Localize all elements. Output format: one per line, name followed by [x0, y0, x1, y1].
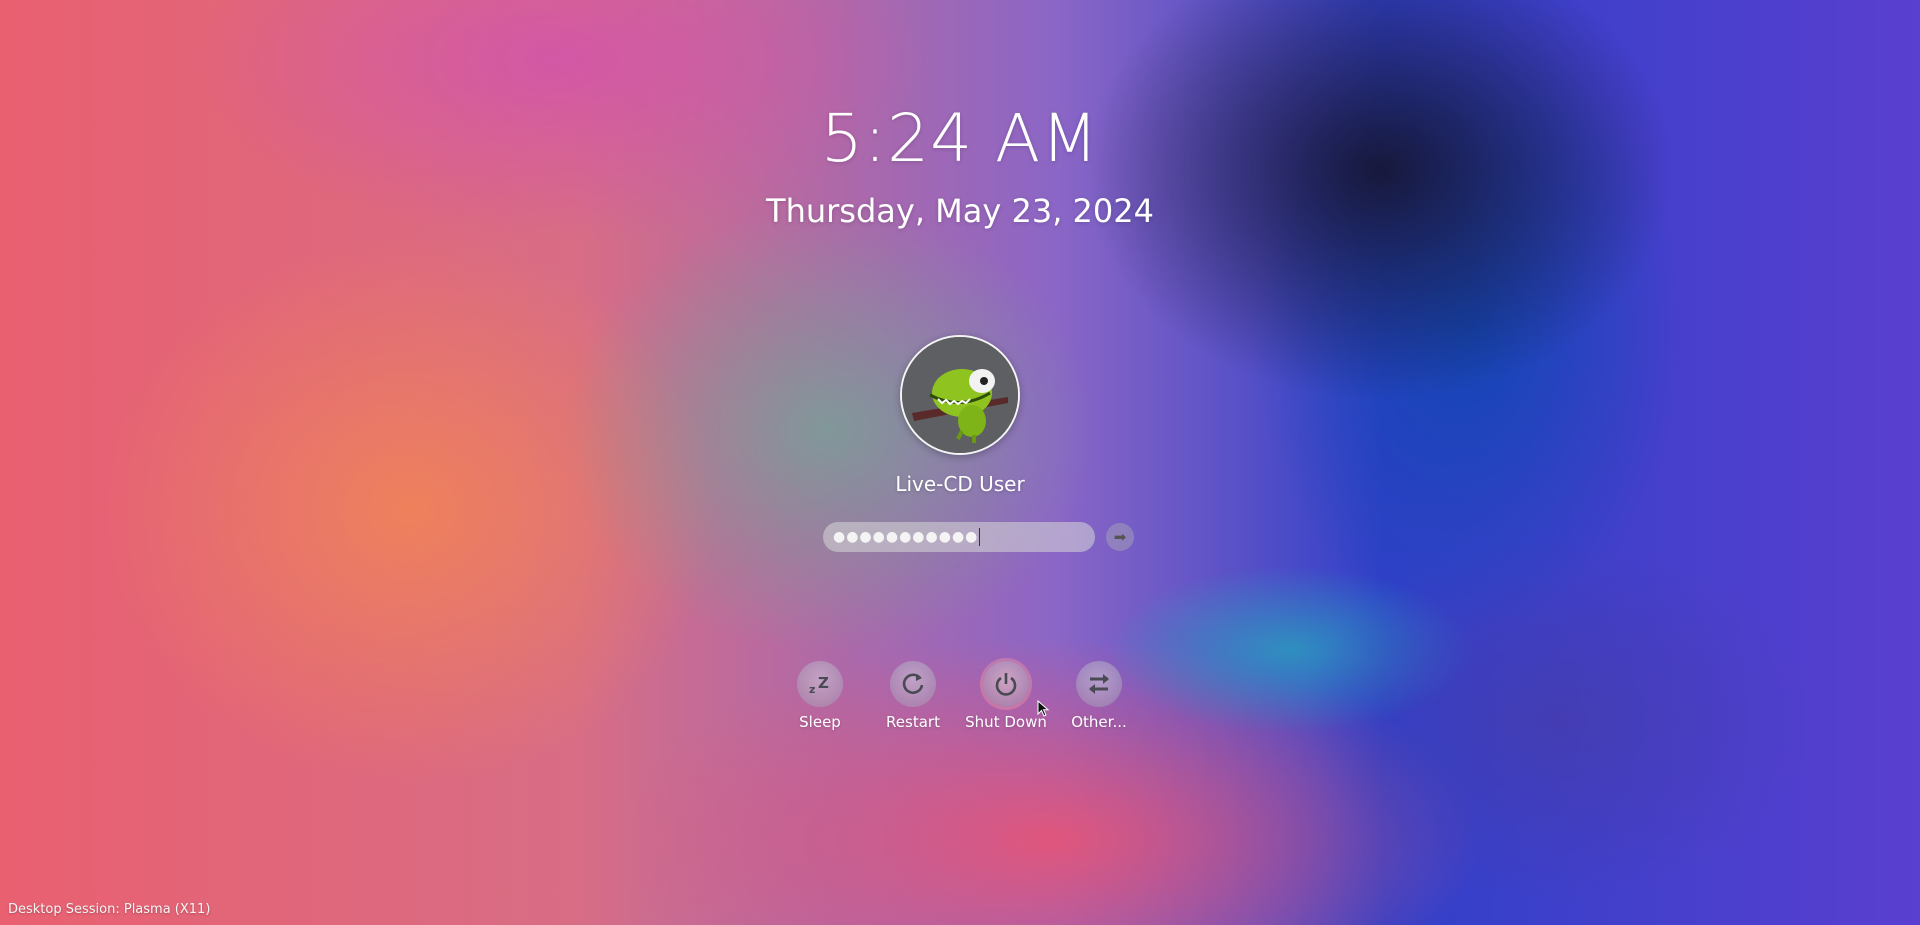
sleep-button[interactable]: z Z Sleep [772, 661, 868, 731]
password-value: ●●●●●●●●●●● [833, 529, 979, 545]
chameleon-avatar-icon [902, 337, 1018, 453]
restart-icon [902, 673, 924, 695]
sleep-icon: z Z [809, 674, 829, 696]
restart-button[interactable]: Restart [865, 661, 961, 731]
arrow-right-icon: ➡ [1113, 528, 1127, 546]
switch-user-icon [1089, 674, 1109, 694]
power-actions: z Z Sleep Restart Shut Down Other... [0, 661, 1920, 741]
user-avatar[interactable] [900, 335, 1020, 455]
text-caret [979, 528, 981, 546]
password-field[interactable]: ●●●●●●●●●●● [823, 522, 1095, 552]
sleep-label: Sleep [799, 713, 841, 731]
restart-label: Restart [886, 713, 940, 731]
other-button[interactable]: Other... [1051, 661, 1147, 731]
login-submit-button[interactable]: ➡ [1106, 523, 1134, 551]
mouse-cursor-icon [1037, 700, 1050, 717]
username: Live-CD User [895, 472, 1025, 496]
other-label: Other... [1071, 713, 1127, 731]
svg-text:Z: Z [818, 674, 829, 692]
shutdown-button[interactable]: Shut Down [958, 661, 1054, 731]
desktop-session-selector[interactable]: Desktop Session: Plasma (X11) [8, 902, 210, 917]
clock-time: 5:24 AM [820, 100, 1100, 177]
power-icon [995, 673, 1017, 696]
svg-text:z: z [809, 683, 815, 696]
clock-date: Thursday, May 23, 2024 [766, 192, 1154, 230]
